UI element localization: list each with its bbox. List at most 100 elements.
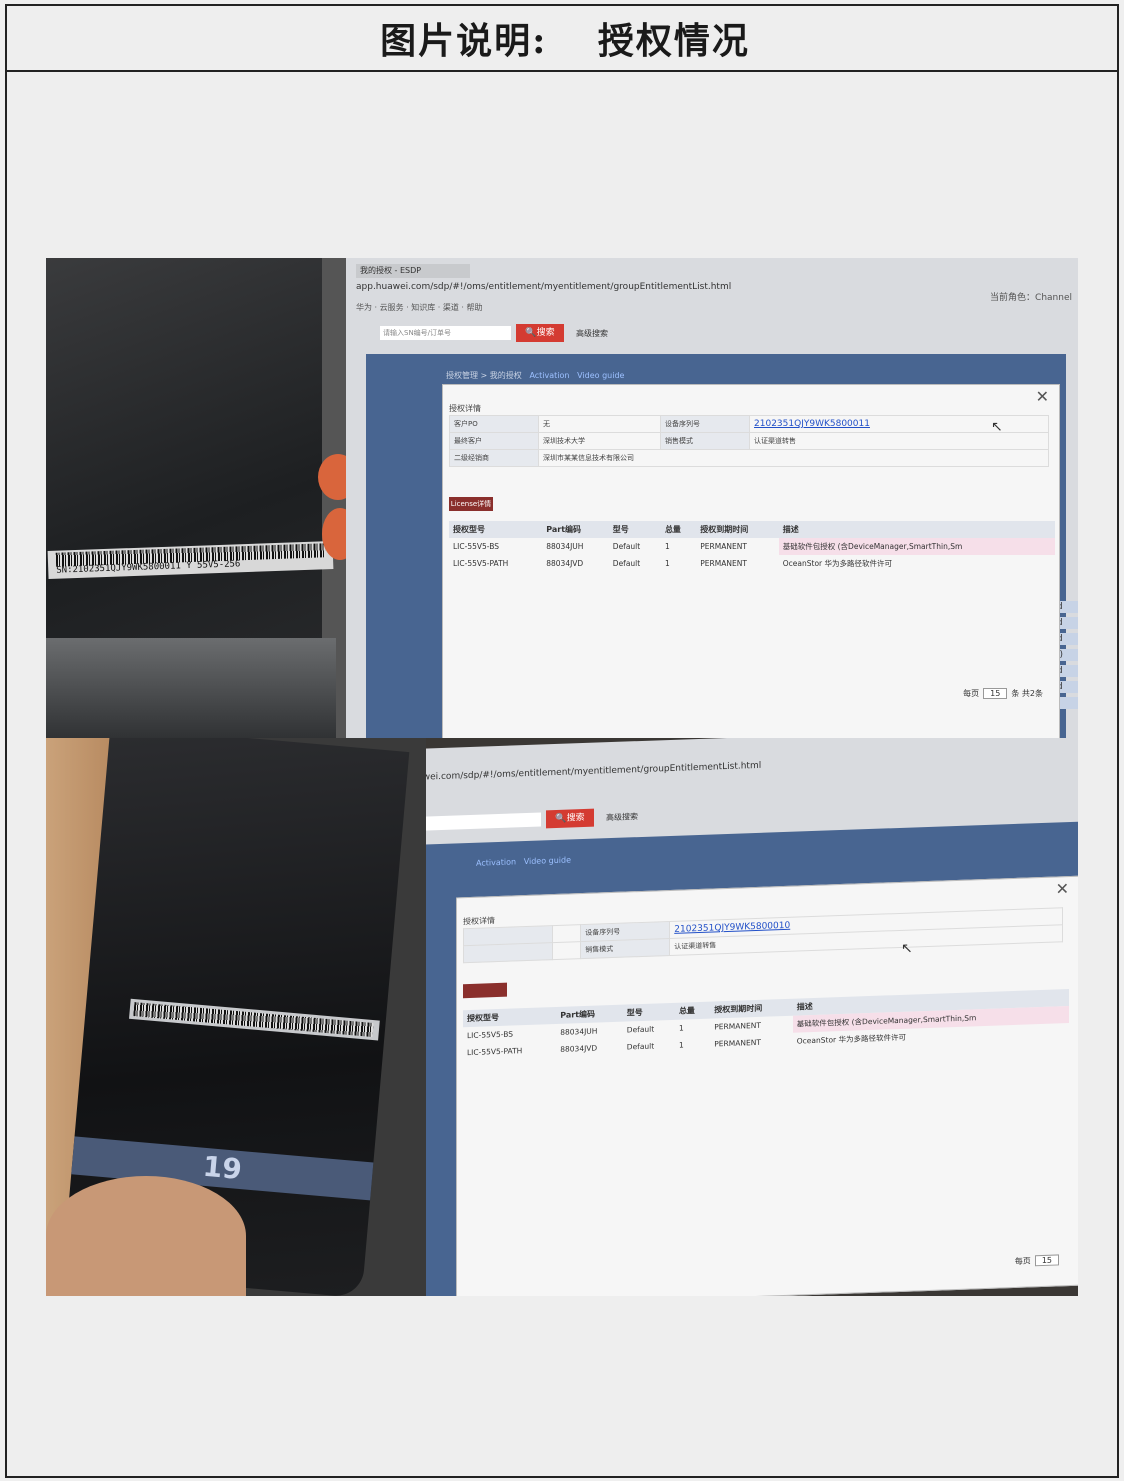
pager: 每页 15 (1015, 1254, 1063, 1267)
column-header[interactable]: 总量 (674, 1001, 711, 1020)
caption-title: 图片说明: 授权情况 (374, 12, 750, 64)
photo-bottom: app.huawei.com/sdp/#!/oms/entitlement/my… (46, 738, 1078, 1296)
advanced-search-link[interactable]: 高级搜索 (576, 328, 608, 339)
pager-prefix: 每页 (1014, 1256, 1031, 1266)
license-detail-button[interactable] (463, 982, 507, 999)
license-detail-dialog: ✕ 授权详情 客户PO 无 设备序列号 2102351QJY9WK5800011… (442, 384, 1060, 738)
search-button-label: 搜索 (536, 328, 555, 338)
barcode-icon (133, 1002, 374, 1037)
breadcrumb: Activation Video guide (476, 855, 571, 867)
cell-qty: 1 (678, 1023, 684, 1033)
field-label: 设备序列号 (660, 415, 751, 433)
license-detail-dialog: ✕ 授权详情 设备序列号 2102351QJY9WK5800010 销售模式 认… (456, 875, 1078, 1296)
device-serial-link[interactable]: 2102351QJY9WK5800010 (674, 921, 790, 935)
address-bar[interactable]: app.huawei.com/sdp/#!/oms/entitlement/my… (356, 282, 731, 292)
field-label: 二级经销商 (449, 449, 539, 467)
cell-type: Default (626, 1041, 655, 1052)
caption-subject: 授权情况 (597, 20, 750, 62)
bookmarks-bar[interactable]: 华为 · 云服务 · 知识库 · 渠道 · 帮助 (356, 302, 483, 313)
mouse-cursor-icon: ↖ (901, 940, 913, 957)
serial-label (129, 998, 380, 1041)
current-role: 当前角色：Channel (990, 293, 1072, 303)
video-guide-link[interactable]: Video guide (524, 855, 571, 866)
photo-stack: SN:2102351QJY9WK5800011 Y 55V5-256 我的授权 … (46, 258, 1078, 1296)
photo-top: SN:2102351QJY9WK5800011 Y 55V5-256 我的授权 … (46, 258, 1078, 738)
serial-label: SN:2102351QJY9WK5800011 Y 55V5-256 (47, 541, 334, 579)
close-icon[interactable]: ✕ (1056, 879, 1069, 898)
column-header[interactable]: Part编码 (542, 521, 609, 538)
pager-prefix: 每页 (963, 689, 980, 698)
caption-header: 图片说明: 授权情况 (7, 6, 1117, 72)
activation-link[interactable]: Activation (529, 371, 569, 380)
hand (46, 1176, 246, 1296)
table-row[interactable]: LIC-55V5-BS 88034JUH Default 1 PERMANENT… (449, 538, 1055, 555)
cell-expiry: PERMANENT (700, 542, 747, 551)
field-label: 客户PO (449, 415, 539, 433)
close-icon[interactable]: ✕ (1036, 387, 1049, 406)
cell-model: LIC-55V5-BS (453, 542, 499, 551)
address-bar[interactable]: app.huawei.com/sdp/#!/oms/entitlement/my… (386, 761, 761, 784)
phone-photo: SN:2102351QJY9WK5800011 Y 55V5-256 (46, 258, 350, 738)
cell-part: 88034JVD (546, 559, 584, 568)
column-header[interactable]: 描述 (778, 521, 1055, 538)
cell-qty: 1 (678, 1040, 684, 1050)
advanced-search-link[interactable]: 高级搜索 (606, 811, 638, 823)
license-grid: 授权型号 Part编码 型号 总量 授权到期时间 描述 LIC-55V5-BS … (449, 521, 1055, 572)
grid-header-row: 授权型号 Part编码 型号 总量 授权到期时间 描述 (449, 521, 1055, 538)
cell-part: 88034JVD (560, 1043, 598, 1054)
mouse-cursor-icon: ↖ (991, 419, 1003, 435)
info-table: 设备序列号 2102351QJY9WK5800010 销售模式 认证渠道转售 (463, 907, 1063, 963)
cell-desc: 基础软件包授权 (含DeviceManager,SmartThin,Sm (778, 538, 1055, 555)
monitor-screen: app.huawei.com/sdp/#!/oms/entitlement/my… (376, 738, 1078, 1296)
column-header[interactable]: 授权到期时间 (696, 521, 779, 538)
monitor-screen: 我的授权 - ESDP app.huawei.com/sdp/#!/oms/en… (346, 258, 1078, 738)
table-row[interactable]: LIC-55V5-PATH 88034JVD Default 1 PERMANE… (449, 555, 1055, 572)
field-value: 认证渠道转售 (749, 432, 1049, 450)
cell-model: LIC-55V5-PATH (453, 559, 509, 568)
field-value (552, 924, 581, 943)
page-size-select[interactable]: 15 (983, 688, 1008, 699)
column-header[interactable]: 授权型号 (449, 521, 543, 538)
browser-tab[interactable]: 我的授权 - ESDP (356, 264, 470, 278)
license-grid: 授权型号 Part编码 型号 总量 授权到期时间 描述 LIC-55V5-BS … (463, 989, 1069, 1061)
cell-qty: 1 (664, 559, 670, 568)
field-label (463, 942, 553, 963)
cell-model: LIC-55V5-PATH (467, 1046, 523, 1058)
dialog-title: 授权详情 (463, 916, 495, 927)
field-value: 无 (537, 415, 662, 433)
cell-type: Default (626, 1024, 655, 1035)
cell-type: Default (612, 542, 641, 551)
breadcrumb-text: 授权管理 > 我的授权 (446, 371, 522, 380)
activation-link[interactable]: Activation (476, 857, 516, 867)
field-label: 最终客户 (449, 432, 539, 450)
search-button[interactable]: 🔍搜索 (516, 324, 564, 342)
caption-label: 图片说明: (380, 20, 548, 62)
phone-lower (46, 638, 336, 738)
page-size-select[interactable]: 15 (1034, 1254, 1059, 1267)
cell-part: 88034JUH (546, 542, 584, 551)
column-header[interactable]: 型号 (622, 1002, 675, 1022)
pager: 每页 15 条 共2条 (963, 688, 1043, 699)
field-label: 销售模式 (660, 432, 751, 450)
field-value (552, 941, 581, 960)
search-button[interactable]: 🔍搜索 (546, 808, 594, 829)
cell-expiry: PERMANENT (700, 559, 747, 568)
search-input[interactable]: 请输入SN编号/订单号 (380, 326, 511, 340)
search-button-label: 搜索 (566, 812, 585, 824)
info-table: 客户PO 无 设备序列号 2102351QJY9WK5800011 最终客户 深… (449, 415, 1049, 467)
cell-desc: OceanStor 华为多路径软件许可 (782, 559, 892, 568)
column-header[interactable]: 总量 (660, 521, 697, 538)
search-input[interactable] (410, 812, 541, 832)
dialog-title: 授权详情 (449, 404, 481, 413)
video-guide-link[interactable]: Video guide (577, 371, 624, 380)
cell-expiry: PERMANENT (714, 1037, 761, 1049)
cell-qty: 1 (664, 542, 670, 551)
field-value: 深圳技术大学 (537, 432, 662, 450)
search-toolbar: 请输入SN编号/订单号 🔍搜索 高级搜索 (356, 322, 608, 344)
phone-photo: 19 (46, 738, 426, 1296)
column-header[interactable]: 型号 (608, 521, 661, 538)
license-detail-button[interactable]: License详情 (449, 497, 493, 511)
device-serial-link[interactable]: 2102351QJY9WK5800011 (754, 419, 870, 429)
cell-type: Default (612, 559, 641, 568)
field-value: 深圳市某某信息技术有限公司 (538, 449, 1049, 467)
